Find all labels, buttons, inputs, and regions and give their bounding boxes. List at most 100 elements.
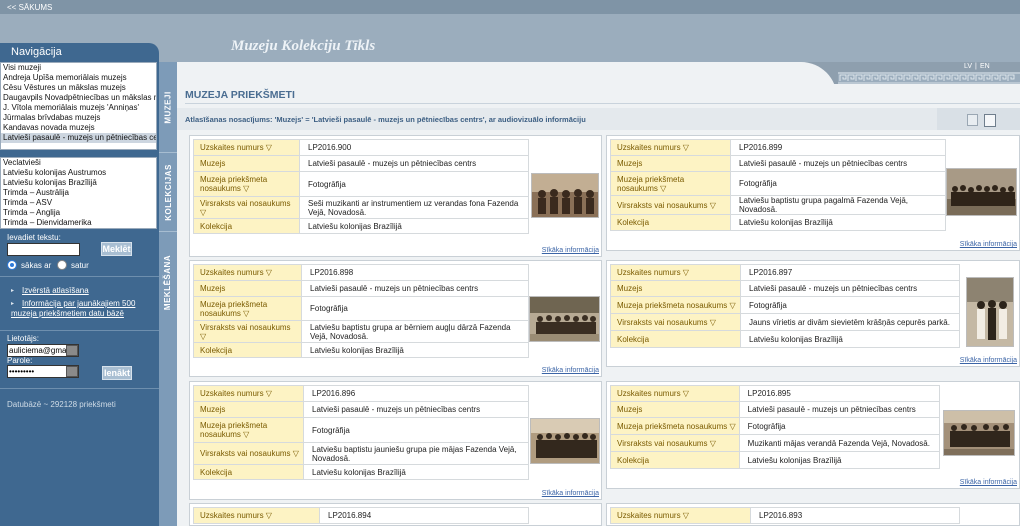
museum-list-item[interactable]: Daugavpils Novadpētniecības un mākslas m… [1,93,156,103]
collection-list-item[interactable]: Trimda – Austrālija [1,188,156,198]
tab-collections-label: KOLEKCIJAS [163,163,173,221]
advanced-search-link[interactable]: Izvērstā atlasīšana [22,286,89,296]
latest-items-link[interactable]: Informācija par jaunākajiem 500 [22,299,135,309]
field-label[interactable]: Virsraksts vai nosaukums ▽ [610,195,731,215]
field-label[interactable]: Muzeja priekšmeta nosaukums ▽ [610,171,731,196]
language-lv-link[interactable]: LV [964,63,972,70]
search-input[interactable] [7,243,80,256]
result-card: Uzskaites numurs ▽ LP2016.893 [606,503,1020,526]
radio-starts-with[interactable] [7,260,17,270]
radio-contains[interactable] [57,260,67,270]
field-label[interactable]: Uzskaites numurs ▽ [193,385,304,402]
museum-list[interactable]: Visi muzeji Andreja Upīša memoriālais mu… [0,62,157,150]
more-info-link[interactable]: Sīkāka informācija [542,490,599,497]
keychain-icon[interactable] [66,345,78,356]
language-en-link[interactable]: EN [980,63,990,70]
collection-list-item[interactable]: Veclatvieši [1,158,156,168]
item-photo[interactable] [966,277,1014,347]
field-label-line: Muzeja priekšmeta [200,421,268,430]
tab-search[interactable]: MEKLĒŠANA [159,232,177,332]
field-label-line: nosaukums ▽ [617,183,667,193]
username-label: Lietotājs: [7,334,40,343]
list-view-icon[interactable] [984,114,996,127]
field-label[interactable]: Uzskaites numurs ▽ [193,264,302,281]
field-label[interactable]: Virsraksts vai nosaukums ▽ [193,320,302,343]
item-title: Seši muzikanti ar instrumentiem uz veran… [299,196,529,219]
more-info-link[interactable]: Sīkāka informācija [960,241,1017,248]
field-label[interactable]: Uzskaites numurs ▽ [610,385,740,402]
field-label[interactable]: Virsraksts vai nosaukums ▽ [610,313,741,331]
more-info-link[interactable]: Sīkāka informācija [542,247,599,254]
page-title: MUZEJA PRIEKŠMETI [185,89,295,101]
field-label[interactable]: Virsraksts vai nosaukums ▽ [193,442,304,465]
selection-criteria: Atlasīšanas nosacījums: 'Muzejs' = 'Latv… [185,115,586,124]
collection-list[interactable]: Veclatvieši Latviešu kolonijas Austrumos… [0,157,157,229]
field-label[interactable]: Uzskaites numurs ▽ [610,264,741,281]
search-label: Ievadiet tekstu: [7,233,61,242]
item-museum: Latvieši pasaulē - muzejs un pētniecības… [730,155,946,172]
item-photo[interactable] [531,173,599,218]
item-title: Latviešu baptistu jauniešu grupa pie māj… [303,442,529,465]
login-button[interactable]: Ienākt [102,366,132,380]
keychain-icon[interactable] [66,366,78,377]
more-info-link[interactable]: Sīkāka informācija [542,367,599,374]
item-name: Fotogrāfija [303,417,529,443]
item-museum: Latvieši pasaulē - muzejs un pētniecības… [301,280,529,297]
bullet-icon: ▸ [11,288,15,294]
tab-museums[interactable]: MUZEJI [159,62,177,152]
item-number: LP2016.900 [299,139,529,156]
item-number: LP2016.898 [301,264,529,281]
item-museum: Latvieši pasaulē - muzejs un pētniecības… [299,155,529,172]
museum-list-item[interactable]: J. Vītola memoriālais muzejs 'Anniņas' [1,103,156,113]
result-table: Uzskaites numurs ▽ LP2016.898 Muzejs Latvi… [193,264,529,358]
site-title: Muzeju Kolekciju Tīkls [231,38,376,54]
title-divider [185,103,1020,104]
field-label[interactable]: Uzskaites numurs ▽ [193,507,320,524]
field-label[interactable]: Uzskaites numurs ▽ [610,507,751,524]
top-strip: << SĀKUMS [0,0,1020,14]
more-info-link[interactable]: Sīkāka informācija [960,357,1017,364]
more-info-link[interactable]: Sīkāka informācija [960,479,1017,486]
field-label[interactable]: Muzeja priekšmeta nosaukums ▽ [193,171,300,197]
result-table: Uzskaites numurs ▽ LP2016.893 [610,507,960,524]
result-card: Uzskaites numurs ▽ LP2016.895 Muzejs Latvi… [606,381,1020,489]
collection-list-item[interactable]: Trimda – Dienvidamerika [1,218,156,228]
search-button[interactable]: Meklēt [101,242,132,256]
item-number: LP2016.897 [740,264,960,281]
field-label[interactable]: Muzeja priekšmeta nosaukums ▽ [193,417,304,443]
collection-list-item[interactable]: Latviešu kolonijas Brazīlijā [1,178,156,188]
result-table: Uzskaites numurs ▽ LP2016.895 Muzejs Latvi… [610,385,941,469]
field-label: Kolekcija [610,330,741,348]
collection-list-item[interactable]: Trimda – ASV [1,198,156,208]
item-collection: Latviešu kolonijas Brazīlijā [303,464,529,480]
radio-contains-label: satur [71,261,89,270]
item-number: LP2016.896 [303,385,529,402]
museum-list-item[interactable]: Andreja Upīša memoriālais muzejs [1,73,156,83]
item-name: Fotogrāfija [299,171,529,197]
field-label[interactable]: Muzeja priekšmeta nosaukums ▽ [193,296,302,321]
field-label[interactable]: Muzeja priekšmeta nosaukums ▽ [610,296,741,314]
collection-list-item[interactable]: Trimda – Anglija [1,208,156,218]
item-photo[interactable] [530,418,600,464]
latest-items-link-line2[interactable]: muzeja priekšmetiem datu bāzē [11,309,124,319]
item-photo[interactable] [943,410,1015,456]
field-label[interactable]: Uzskaites numurs ▽ [610,139,731,156]
museum-list-item[interactable]: Visi muzeji [1,63,156,73]
field-label[interactable]: Uzskaites numurs ▽ [193,139,300,156]
grid-view-icon[interactable] [967,114,978,126]
field-label[interactable]: Virsraksts vai nosaukums ▽ [193,196,300,219]
result-card: Uzskaites numurs ▽ LP2016.897 Muzejs Latvi… [606,260,1020,367]
tab-collections[interactable]: KOLEKCIJAS [159,153,177,231]
item-name: Fotogrāfija [730,171,946,196]
tab-search-label: MEKLĒŠANA [163,254,173,310]
field-label[interactable]: Virsraksts vai nosaukums ▽ [610,434,740,452]
museum-list-item[interactable]: Cēsu Vēstures un mākslas muzejs [1,83,156,93]
item-photo[interactable] [529,296,600,342]
museum-list-item[interactable]: Jūrmalas brīvdabas muzejs [1,113,156,123]
field-label[interactable]: Muzeja priekšmeta nosaukums ▽ [610,417,740,435]
item-photo[interactable] [946,168,1017,216]
museum-list-item[interactable]: Kandavas novada muzejs [1,123,156,133]
museum-list-item-selected[interactable]: Latvieši pasaulē - muzejs un pētniecības… [1,133,156,143]
collection-list-item[interactable]: Latviešu kolonijas Austrumos [1,168,156,178]
back-to-home-link[interactable]: << SĀKUMS [7,3,52,12]
